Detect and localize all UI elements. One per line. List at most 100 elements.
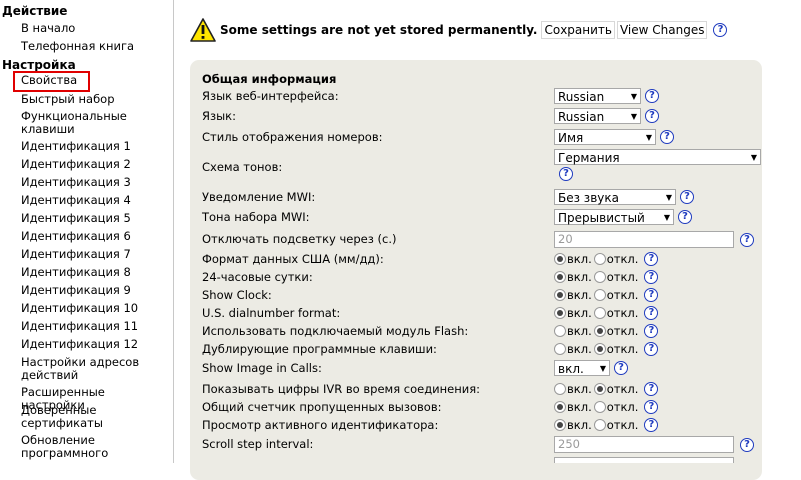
- general-info-panel: Общая информация Язык веб-интерфейса: Ru…: [190, 60, 762, 480]
- sidebar-item-identity-4[interactable]: Идентификация 4: [0, 194, 131, 207]
- help-icon[interactable]: ?: [645, 109, 659, 123]
- save-button[interactable]: Сохранить: [541, 21, 615, 39]
- on-radio[interactable]: [554, 271, 566, 283]
- help-icon[interactable]: ?: [644, 306, 659, 320]
- sidebar-item-identity-3[interactable]: Идентификация 3: [0, 176, 131, 189]
- sidebar-item-identity-10[interactable]: Идентификация 10: [0, 302, 138, 315]
- language-label: Язык:: [202, 109, 237, 123]
- off-radio[interactable]: [593, 289, 606, 301]
- scroll-step-label: Scroll step interval:: [202, 437, 314, 451]
- help-icon[interactable]: ?: [644, 400, 659, 414]
- help-icon[interactable]: ?: [680, 190, 694, 204]
- active-ident-row: Просмотр активного идентификатора: вкл. …: [202, 417, 752, 433]
- scroll-step-input[interactable]: 250: [554, 436, 734, 453]
- number-style-label: Стиль отображения номеров:: [202, 130, 383, 144]
- clock24-label: 24-часовые сутки:: [202, 270, 313, 284]
- mwi-tone-select[interactable]: Прерывистый ▼: [554, 209, 674, 225]
- off-radio[interactable]: [593, 419, 606, 431]
- sidebar-item-home[interactable]: В начало: [0, 22, 75, 35]
- off-radio[interactable]: [593, 401, 606, 413]
- sidebar-item-phonebook[interactable]: Телефонная книга: [0, 40, 134, 53]
- show-clock-row: Show Clock: вкл. откл. ?: [202, 287, 752, 303]
- on-radio[interactable]: [554, 383, 566, 395]
- dup-softkeys-row: Дублирующие программные клавиши: вкл. от…: [202, 341, 752, 357]
- help-icon[interactable]: ?: [559, 167, 573, 181]
- sidebar-item-certificates[interactable]: Доверенные сертификаты: [0, 404, 131, 430]
- help-icon[interactable]: ?: [644, 418, 659, 432]
- sidebar-item-identity-2[interactable]: Идентификация 2: [0, 158, 131, 171]
- off-radio[interactable]: [593, 307, 606, 319]
- on-radio[interactable]: [554, 325, 566, 337]
- off-radio[interactable]: [593, 325, 606, 337]
- missed-counter-row: Общий счетчик пропущенных вызовов: вкл. …: [202, 399, 752, 415]
- sidebar-item-identity-1[interactable]: Идентификация 1: [0, 140, 131, 153]
- help-icon[interactable]: ?: [645, 89, 659, 103]
- sidebar-heading-action: Действие: [2, 4, 68, 18]
- help-icon[interactable]: ?: [614, 361, 628, 375]
- next-row-input[interactable]: [554, 457, 734, 463]
- off-radio[interactable]: [593, 343, 606, 355]
- sidebar-item-speed-dial[interactable]: Быстрый набор: [0, 93, 115, 106]
- on-radio[interactable]: [554, 343, 566, 355]
- off-radio[interactable]: [593, 253, 606, 265]
- unsaved-warning-bar: Some settings are not yet stored permane…: [190, 16, 728, 44]
- help-icon[interactable]: ?: [740, 437, 754, 452]
- on-radio[interactable]: [554, 307, 566, 319]
- help-icon[interactable]: ?: [644, 324, 659, 338]
- backlight-row: Отключать подсветку через (с.) 20 ?: [202, 231, 754, 249]
- ivr-digits-row: Показывать цифры IVR во время соединения…: [202, 381, 752, 397]
- active-ident-label: Просмотр активного идентификатора:: [202, 418, 439, 432]
- sidebar-item-identity-5[interactable]: Идентификация 5: [0, 212, 131, 225]
- image-in-calls-row: Show Image in Calls: вкл. ▼ ?: [202, 360, 752, 378]
- selected-item-highlight: [13, 71, 90, 92]
- help-icon[interactable]: ?: [678, 210, 692, 224]
- sidebar-item-identity-9[interactable]: Идентификация 9: [0, 284, 131, 297]
- clock24-row: 24-часовые сутки: вкл. откл. ?: [202, 269, 752, 285]
- web-language-select[interactable]: Russian ▼: [554, 88, 641, 104]
- help-icon[interactable]: ?: [644, 252, 659, 266]
- sidebar-divider: [173, 0, 174, 463]
- flash-module-label: Использовать подключаемый модуль Flash:: [202, 324, 469, 338]
- view-changes-button[interactable]: View Changes: [616, 21, 708, 39]
- sidebar-item-identity-7[interactable]: Идентификация 7: [0, 248, 131, 261]
- help-icon[interactable]: ?: [644, 288, 659, 302]
- sidebar-item-identity-12[interactable]: Идентификация 12: [0, 338, 138, 351]
- backlight-input[interactable]: 20: [554, 231, 734, 248]
- number-style-row: Стиль отображения номеров: Имя ▼ ?: [202, 129, 752, 147]
- image-in-calls-select[interactable]: вкл. ▼: [554, 360, 610, 376]
- help-icon[interactable]: ?: [740, 232, 754, 247]
- show-clock-label: Show Clock:: [202, 288, 272, 302]
- on-radio[interactable]: [554, 401, 566, 413]
- sidebar-heading-settings: Настройка: [2, 58, 76, 72]
- sidebar-item-identity-8[interactable]: Идентификация 8: [0, 266, 131, 279]
- mwi-tone-label: Тона набора MWI:: [202, 210, 310, 224]
- help-icon[interactable]: ?: [644, 382, 659, 396]
- sidebar-item-identity-11[interactable]: Идентификация 11: [0, 320, 138, 333]
- language-select[interactable]: Russian ▼: [554, 108, 641, 124]
- number-style-select[interactable]: Имя ▼: [554, 129, 656, 145]
- help-icon[interactable]: ?: [644, 270, 659, 284]
- sidebar-item-action-urls[interactable]: Настройки адресов действий: [0, 356, 151, 382]
- missed-counter-label: Общий счетчик пропущенных вызовов:: [202, 400, 442, 414]
- on-radio[interactable]: [554, 289, 566, 301]
- off-radio[interactable]: [593, 271, 606, 283]
- help-icon[interactable]: ?: [644, 342, 659, 356]
- us-dialnumber-row: U.S. dialnumber format: вкл. откл. ?: [202, 305, 752, 321]
- sidebar-item-function-keys[interactable]: Функциональные клавиши: [0, 110, 141, 136]
- help-icon[interactable]: ?: [660, 130, 674, 144]
- sidebar-nav: Действие В начало Телефонная книга Настр…: [0, 0, 172, 463]
- tone-scheme-row: Схема тонов: Германия ▼ ?: [202, 149, 761, 183]
- mwi-notify-row: Уведомление MWI: Без звука ▼ ?: [202, 189, 752, 207]
- help-icon[interactable]: ?: [713, 23, 728, 37]
- on-radio[interactable]: [554, 419, 566, 431]
- language-row: Язык: Russian ▼ ?: [202, 108, 752, 126]
- off-radio[interactable]: [593, 383, 606, 395]
- mwi-notify-label: Уведомление MWI:: [202, 190, 316, 204]
- sidebar-item-software-update[interactable]: Обновление программного: [0, 434, 131, 460]
- on-radio[interactable]: [554, 253, 566, 265]
- flash-module-row: Использовать подключаемый модуль Flash: …: [202, 323, 752, 339]
- us-date-label: Формат данных США (мм/дд):: [202, 252, 384, 266]
- tone-scheme-select[interactable]: Германия ▼: [554, 149, 761, 165]
- sidebar-item-identity-6[interactable]: Идентификация 6: [0, 230, 131, 243]
- mwi-notify-select[interactable]: Без звука ▼: [554, 189, 676, 205]
